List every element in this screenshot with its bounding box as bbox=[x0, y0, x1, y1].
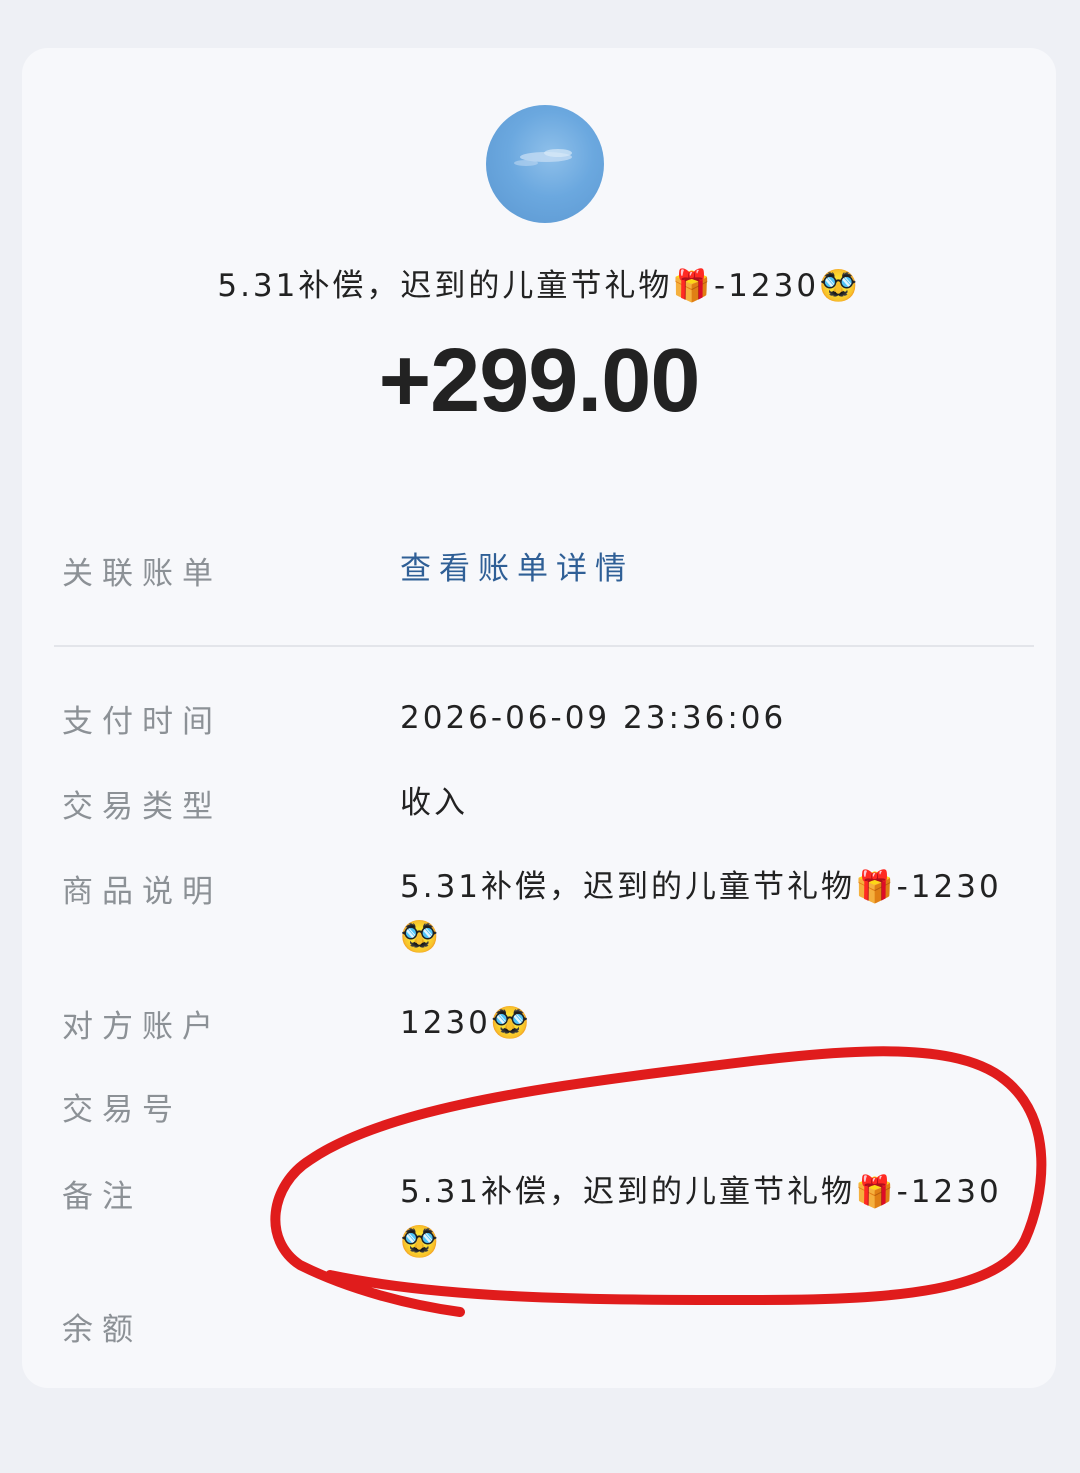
counterparty-account-label: 对方账户 bbox=[62, 1009, 222, 1045]
counterparty-account-value: 1230🥸 bbox=[400, 1005, 533, 1041]
transaction-number-label: 交易号 bbox=[62, 1092, 182, 1128]
transaction-detail-card: 5.31补偿，迟到的儿童节礼物🎁-1230🥸 +299.00 关联账单 查看账单… bbox=[22, 48, 1056, 1388]
linked-bill-label: 关联账单 bbox=[62, 556, 222, 592]
remark-value: 5.31补偿，迟到的儿童节礼物🎁-1230🥸 bbox=[400, 1174, 1002, 1260]
transaction-type-label: 交易类型 bbox=[62, 789, 222, 825]
transaction-type-value: 收入 bbox=[400, 785, 468, 821]
balance-label: 余额 bbox=[62, 1312, 142, 1348]
divider bbox=[54, 645, 1034, 647]
counterparty-avatar bbox=[486, 105, 604, 223]
remark-label: 备注 bbox=[62, 1179, 142, 1215]
payment-time-label: 支付时间 bbox=[62, 704, 222, 740]
transaction-amount: +299.00 bbox=[378, 331, 701, 431]
product-description-value: 5.31补偿，迟到的儿童节礼物🎁-1230🥸 bbox=[400, 869, 1002, 955]
view-bill-details-link[interactable]: 查看账单详情 bbox=[400, 544, 1040, 594]
product-description-label: 商品说明 bbox=[62, 874, 222, 910]
counterparty-name: 5.31补偿，迟到的儿童节礼物🎁-1230🥸 bbox=[217, 268, 861, 304]
payment-time-value: 2026-06-09 23:36:06 bbox=[400, 700, 787, 736]
